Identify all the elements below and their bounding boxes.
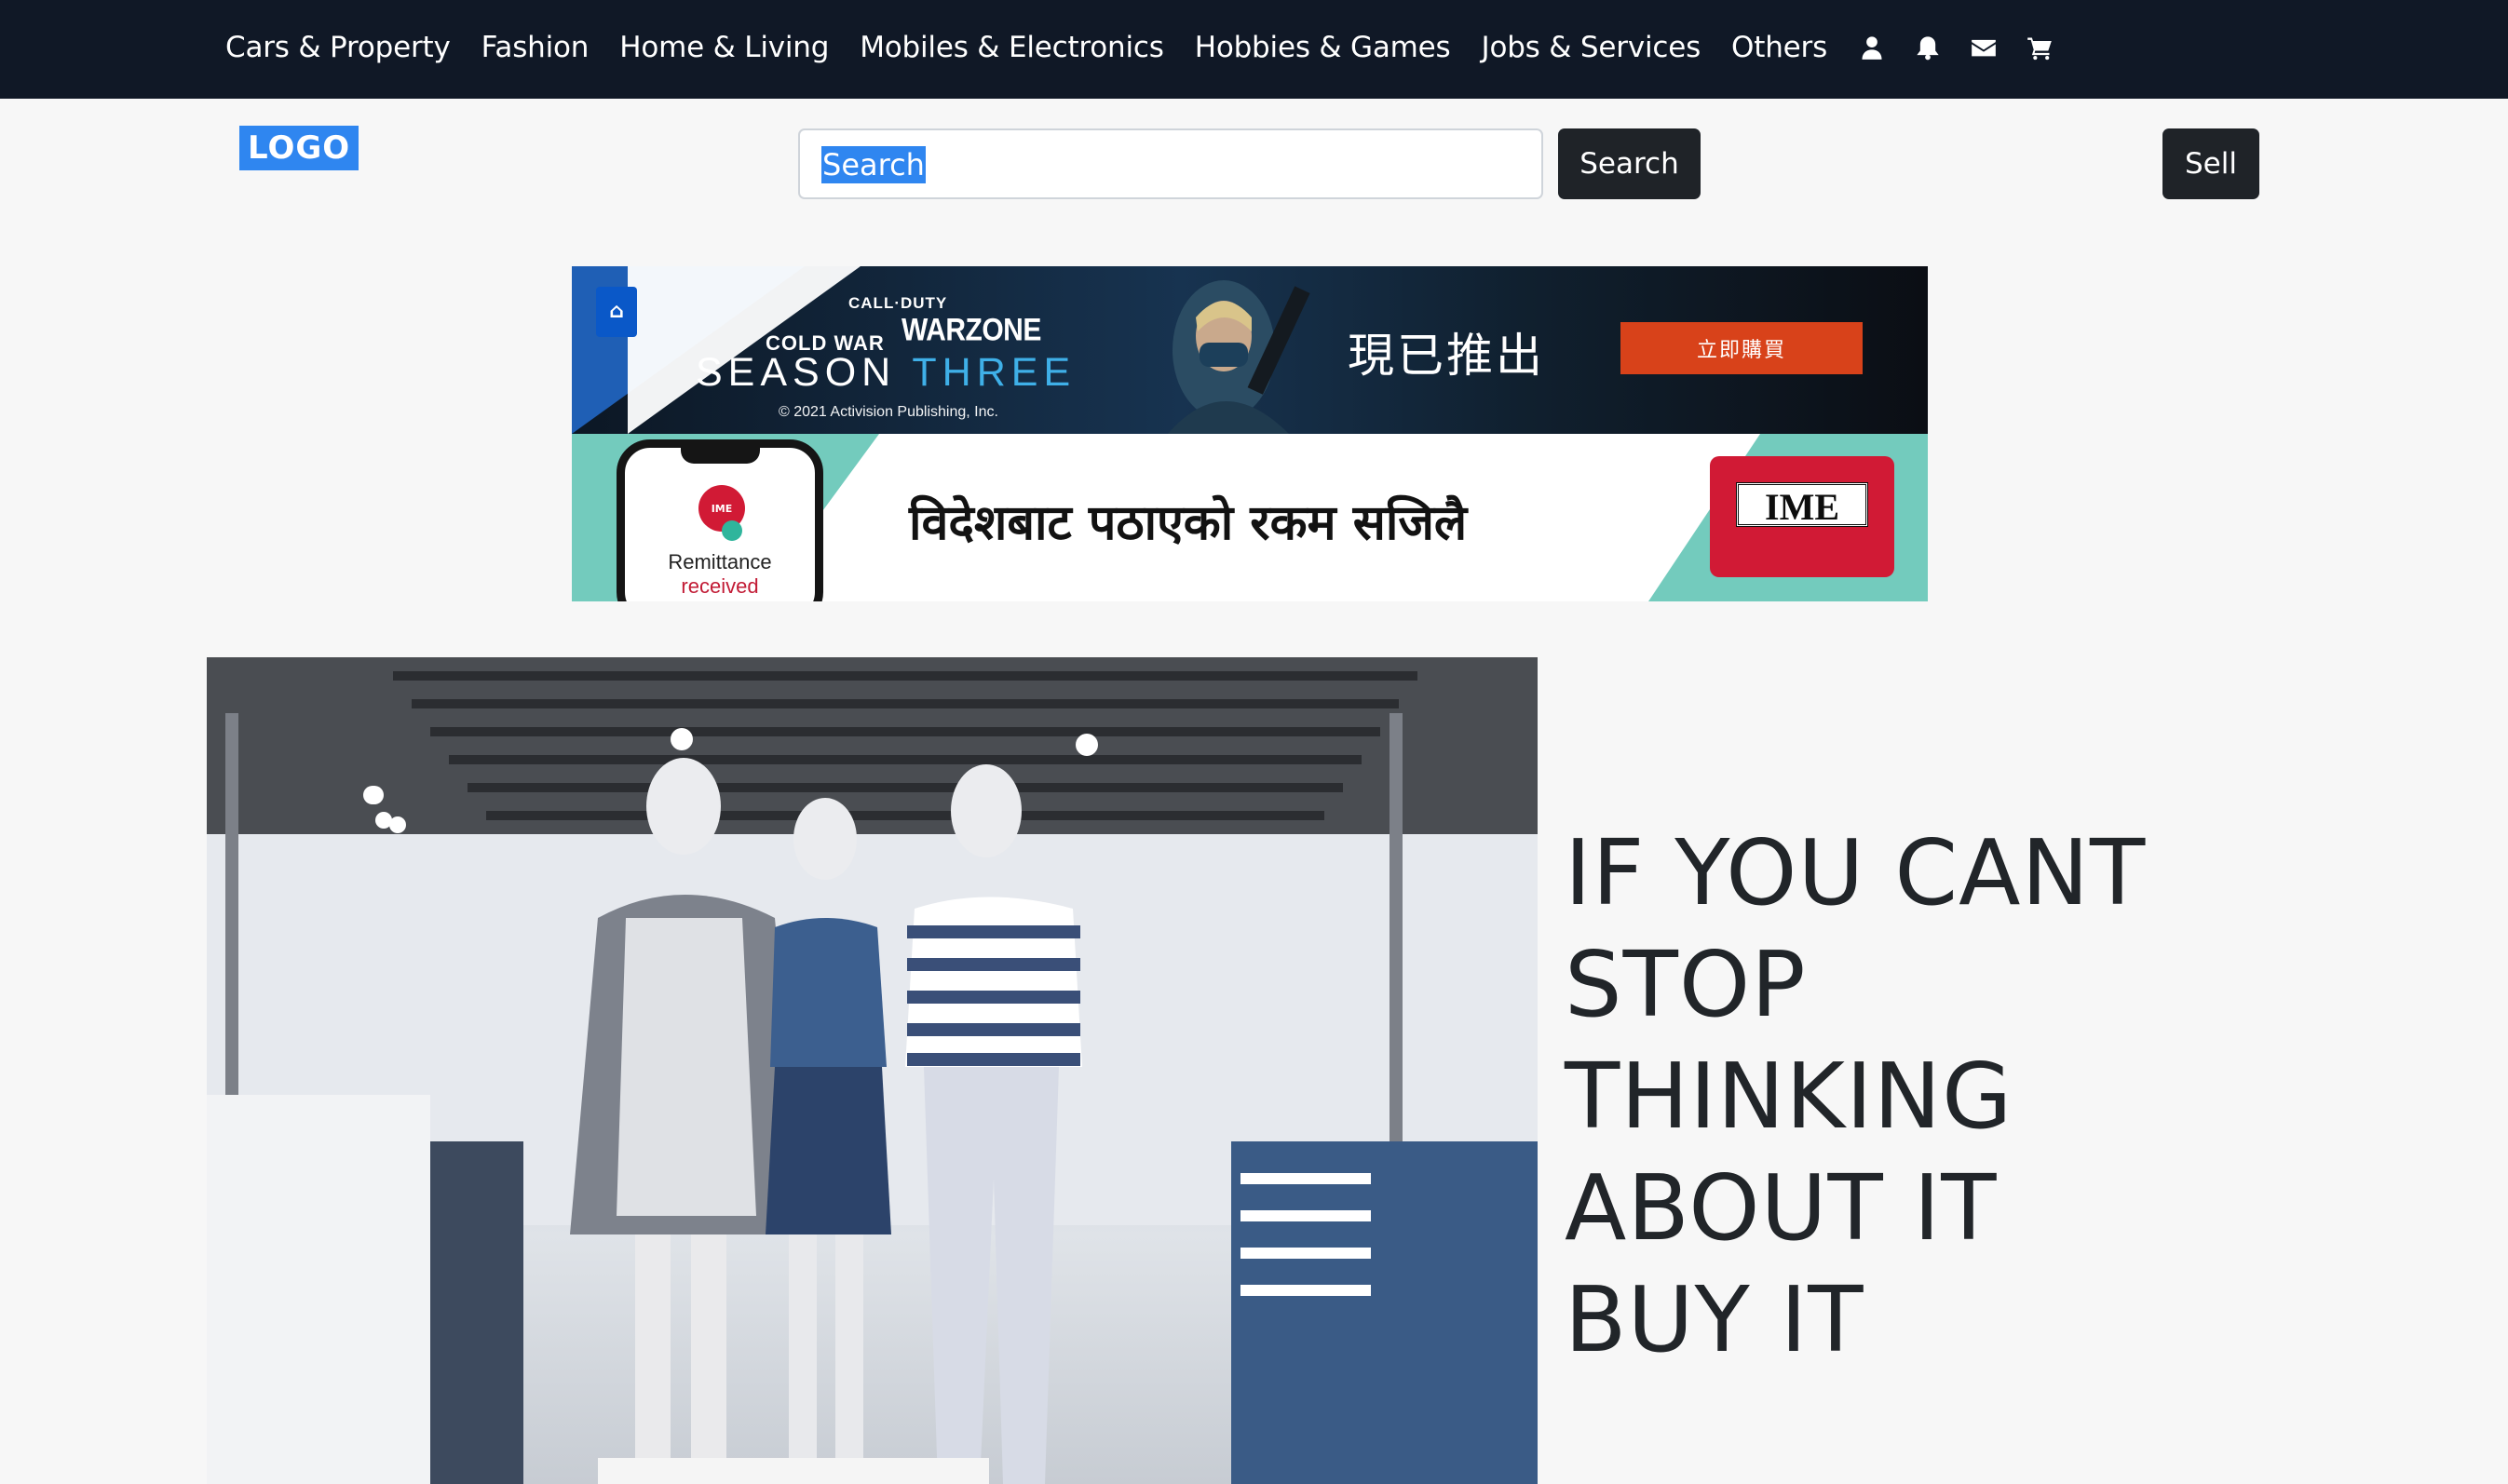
tagline-line: BUY IT xyxy=(1565,1267,1864,1372)
cart-icon[interactable] xyxy=(2026,34,2054,61)
ad-warzone-text: WARZONE xyxy=(902,312,1041,348)
top-navbar: Cars & Property Fashion Home & Living Mo… xyxy=(0,0,2508,99)
nav-item-cars-property[interactable]: Cars & Property xyxy=(225,31,451,64)
playstation-store-icon: ⌂ xyxy=(596,287,637,337)
ad-buy-now-button[interactable]: 立即購買 xyxy=(1620,322,1863,374)
ad-chinese-headline: 現已推出 xyxy=(1348,329,1545,383)
nav-item-jobs-services[interactable]: Jobs & Services xyxy=(1482,31,1701,64)
nav-item-hobbies-games[interactable]: Hobbies & Games xyxy=(1195,31,1451,64)
nav-menu: Cars & Property Fashion Home & Living Mo… xyxy=(225,0,2081,95)
hero-tagline: IF YOU CANT STOP THINKING ABOUT IT BUY I… xyxy=(1565,817,2403,1376)
ad-three-word: THREE xyxy=(912,350,1077,395)
tagline-line: THINKING xyxy=(1565,1044,2013,1149)
nav-icons xyxy=(1858,34,2081,61)
ime-logo: IME xyxy=(1710,456,1894,577)
tagline-line: ABOUT IT xyxy=(1565,1155,1998,1261)
nav-item-home-living[interactable]: Home & Living xyxy=(619,31,829,64)
ad-call-of-duty-text: CALL·DUTY xyxy=(848,294,948,312)
ad-received-text: received xyxy=(681,574,759,598)
tagline-line: STOP xyxy=(1565,932,1807,1037)
store-illustration xyxy=(207,657,1538,1484)
hero-fashion-store-image xyxy=(207,657,1538,1484)
search-input[interactable]: Search xyxy=(798,128,1543,199)
phone-notch xyxy=(681,445,760,464)
ad-copyright: © 2021 Activision Publishing, Inc. xyxy=(779,404,998,420)
search-button[interactable]: Search xyxy=(1558,128,1701,199)
ad-season-word: SEASON xyxy=(696,350,897,395)
nav-item-mobiles-electronics[interactable]: Mobiles & Electronics xyxy=(860,31,1164,64)
ime-logo-text: IME xyxy=(1736,482,1868,528)
ad-phone-illustration: IME Remittance received xyxy=(617,439,823,601)
check-icon xyxy=(722,520,742,541)
user-icon[interactable] xyxy=(1858,34,1886,61)
nav-item-fashion[interactable]: Fashion xyxy=(481,31,590,64)
sell-button[interactable]: Sell xyxy=(2162,128,2259,199)
nav-item-others[interactable]: Others xyxy=(1731,31,1827,64)
bell-icon[interactable] xyxy=(1914,34,1942,61)
tagline-line: IF YOU CANT xyxy=(1565,820,2147,925)
ad-season-text: SEASON THREE xyxy=(696,350,1076,396)
ad-banner-cod-warzone[interactable]: ⌂ CALL·DUTY COLD WAR WARZONE SEASON THRE… xyxy=(572,266,1928,434)
ad-nepali-headline: विदेशबाट पठाएको रकम सजिलै xyxy=(909,495,1468,551)
envelope-icon[interactable] xyxy=(1970,34,1998,61)
site-logo[interactable]: LOGO xyxy=(239,126,359,170)
ad-banner-ime-remittance[interactable]: IME Remittance received विदेशबाट पठाएको … xyxy=(572,434,1928,601)
search-placeholder: Search xyxy=(821,146,926,183)
ad-remittance-text: Remittance xyxy=(668,550,772,573)
